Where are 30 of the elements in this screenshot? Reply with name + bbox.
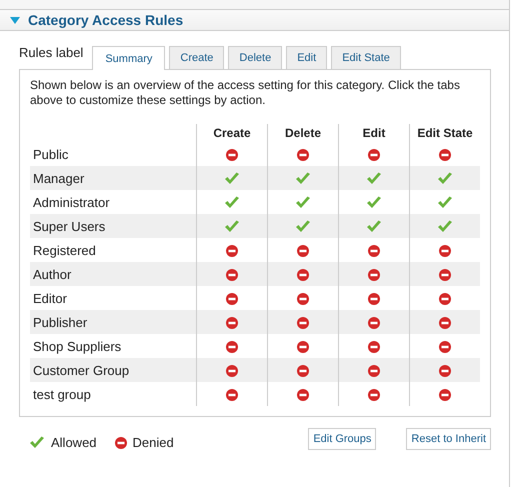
group-name: Editor <box>30 286 196 310</box>
column-header: Edit <box>338 124 410 142</box>
legend-label: Denied <box>132 435 174 450</box>
group-name: Author <box>30 262 196 286</box>
panel-header[interactable]: Category Access Rules <box>0 10 509 31</box>
group-name: test group <box>30 382 196 406</box>
description: Shown below is an overview of the access setting for this category. Click the tabs above to customize these settings by action. <box>30 78 461 108</box>
column-header: Edit State <box>410 124 480 142</box>
panel-title: Category Access Rules <box>28 12 184 28</box>
legend-label: Allowed <box>51 435 97 450</box>
group-name: Shop Suppliers <box>30 334 196 358</box>
group-name: Customer Group <box>30 358 196 382</box>
tab[interactable]: Edit <box>286 46 328 69</box>
button[interactable]: Edit Groups <box>308 428 376 450</box>
group-name: Registered <box>30 238 196 262</box>
group-name: Public <box>30 142 196 166</box>
tab[interactable]: Create <box>169 46 224 69</box>
tab[interactable]: Summary <box>92 46 166 70</box>
group-name: Administrator <box>30 190 196 214</box>
group-name: Super Users <box>30 214 196 238</box>
tab[interactable]: Delete <box>228 46 282 69</box>
column-header: Create <box>196 124 268 142</box>
rules-label: Rules label <box>19 44 84 60</box>
check-icon <box>29 436 45 449</box>
denied-icon <box>114 436 127 448</box>
tab[interactable]: Edit State <box>331 46 401 69</box>
group-name: Publisher <box>30 310 196 334</box>
column-header: Delete <box>268 124 338 142</box>
group-name: Manager <box>30 166 196 190</box>
button[interactable]: Reset to Inherit <box>406 428 491 450</box>
